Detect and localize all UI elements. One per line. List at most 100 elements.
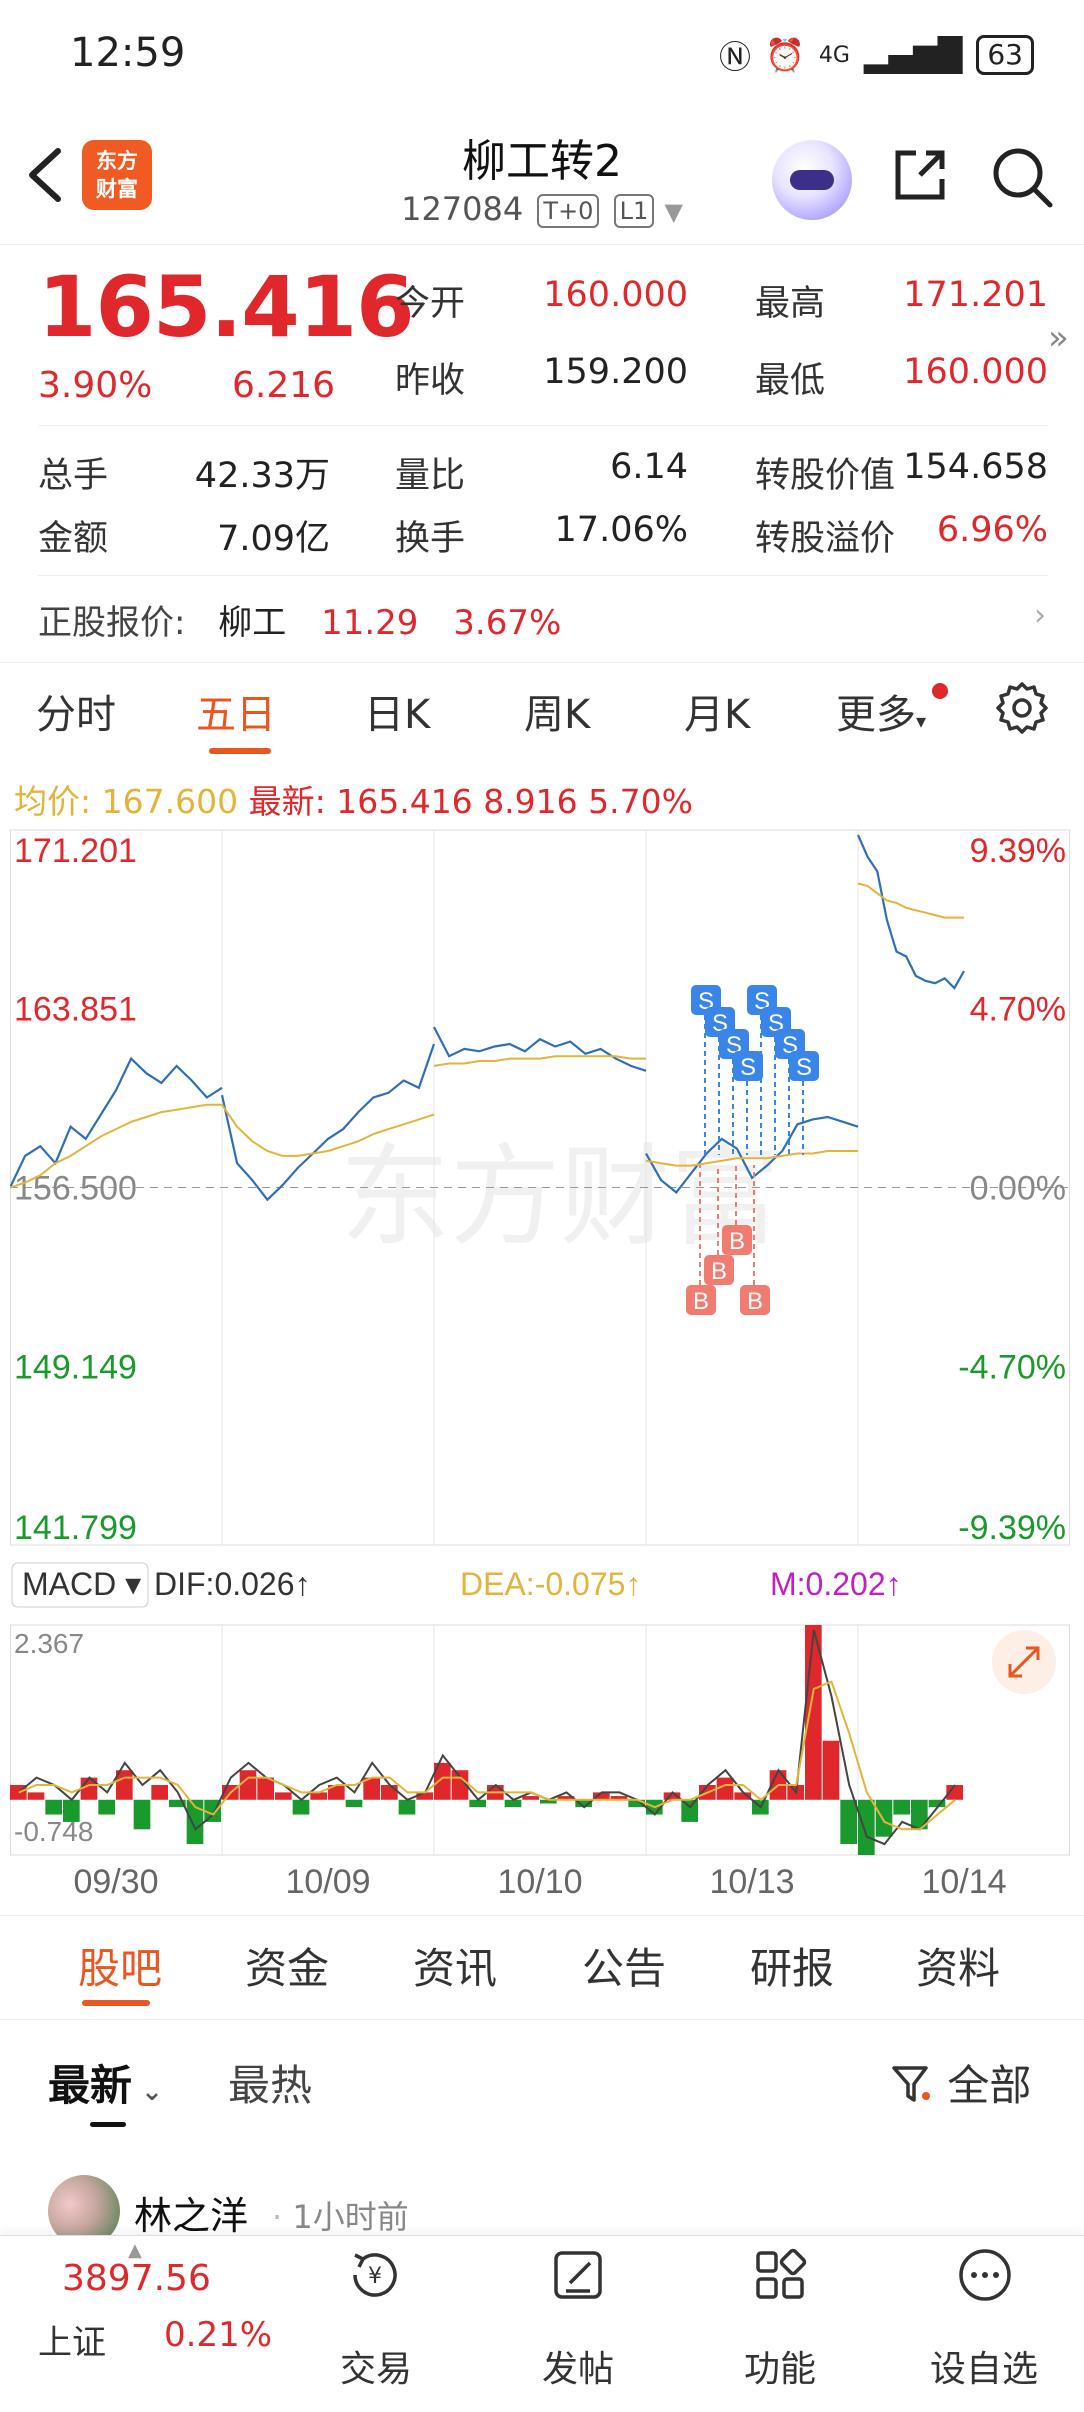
sort-hot[interactable]: 最热 [228,2052,312,2113]
y-axis-tick-right: -9.39% [958,1509,1066,1547]
trade-icon[interactable]: ¥ [345,2245,405,2305]
dock-trade[interactable]: 交易 [306,2340,446,2392]
network-label: 4G [818,42,850,68]
more-quote-icon[interactable]: » [1048,318,1069,358]
tab-news[interactable]: 资讯 [413,1935,497,1996]
tab-weekly-k[interactable]: 周K [524,682,590,740]
macd-bar [822,1740,840,1800]
avg-label: 均价: [14,782,92,821]
trade-mark-label: S [796,1054,812,1081]
gear-icon[interactable] [994,680,1050,736]
tab-daily-k[interactable]: 日K [364,682,430,740]
status-icons: Ⓝ ⏰ 4G ▂▄▆█ 63 [719,32,1034,78]
y-axis-tick-right: -4.70% [958,1348,1066,1386]
stat-value-open: 160.000 [543,275,688,315]
dock-functions[interactable]: 功能 [710,2340,850,2392]
more-circle-icon[interactable] [955,2245,1015,2305]
macd-bar [151,1785,168,1800]
stat-label-volume-ratio: 量比 [395,456,466,496]
search-icon[interactable] [990,145,1055,210]
filter-icon [892,2066,930,2102]
trade-mark-label: B [693,1288,709,1315]
index-name: 上证 [38,2323,106,2363]
assistant-robot-icon[interactable] [772,140,852,220]
macd-bar [875,1799,893,1837]
underlying-quote-row[interactable]: 正股报价: 柳工 11.29 3.67% [38,595,561,644]
sort-underline [90,2122,126,2127]
nfc-icon: Ⓝ [719,38,752,76]
alarm-icon: ⏰ [765,36,805,74]
macd-bar [398,1799,416,1815]
stat-value-volume-ratio: 6.14 [610,447,688,487]
trade-mark-label: B [711,1258,727,1285]
tab-more[interactable]: 更多▾ [836,682,926,740]
index-pct: 0.21% [164,2315,273,2355]
post-time-label: 1小时前 [292,2198,409,2236]
tab-more-label: 更多 [836,692,916,738]
y-axis-tick-left: 171.201 [14,832,137,870]
dropdown-icon[interactable]: ▼ [664,198,682,226]
stat-value-volume: 42.33万 [194,456,330,496]
underlying-name: 柳工 [218,603,287,643]
y-axis-tick-left: 163.851 [14,991,137,1029]
dock-post[interactable]: 发帖 [508,2340,648,2392]
quote-divider-2 [38,575,1048,576]
signal-icon: ▂▄▆█ [863,36,963,74]
filter-label: 全部 [947,2061,1032,2110]
share-icon[interactable] [890,145,950,205]
tag-t0: T+0 [537,194,600,228]
x-axis-tick: 10/14 [921,1863,1006,1901]
tab-funds[interactable]: 资金 [245,1935,329,1996]
caret-down-icon: ▾ [916,709,927,733]
stat-label-conversion-value: 转股价值 [755,456,896,496]
macd-bar [45,1799,62,1815]
tab-guba[interactable]: 股吧 [78,1935,162,1996]
tab-five-day[interactable]: 五日 [196,682,276,740]
underlying-price: 11.29 [321,603,419,643]
tab-intraday[interactable]: 分时 [36,682,116,740]
last-change: 8.916 [483,782,578,821]
post-author[interactable]: 林之洋 [134,2185,248,2240]
tab-monthly-k[interactable]: 月K [684,682,750,740]
stat-value-premium: 6.96% [936,510,1048,550]
dock-watchlist[interactable]: 设自选 [914,2340,1054,2392]
macd-bar [27,1792,45,1800]
change-amount: 6.216 [232,365,336,406]
x-axis-tick: 10/09 [285,1863,370,1901]
sort-latest-label: 最新 [48,2061,133,2110]
avg-value: 167.600 [101,782,239,821]
price-line-segment [10,1056,223,1188]
macd-bar [257,1777,274,1800]
y-axis-tick-right: 0.00% [970,1170,1066,1208]
stat-label-turnover: 换手 [395,519,466,559]
five-day-chart[interactable]: 东方财富 171.201 163.851 156.500 149.149 141.799… [10,825,1074,1915]
stat-value-low: 160.000 [903,352,1048,392]
tab-announcements[interactable]: 公告 [582,1935,666,1996]
index-value-text: 3897.56 [62,2258,211,2299]
post-time: · 1小时前 [272,2198,409,2236]
trade-mark-label: B [747,1288,763,1315]
stat-value-prev-close: 159.200 [543,352,688,392]
tab-profile[interactable]: 资料 [916,1935,1000,1996]
sort-latest[interactable]: 最新 ⌄ [48,2052,163,2113]
macd-panel-frame [10,1624,1070,1856]
macd-bar [522,1796,539,1800]
compose-icon[interactable] [548,2245,608,2305]
filter-button[interactable]: 全部 [890,2052,1031,2113]
macd-bar [893,1799,910,1815]
svg-text:¥: ¥ [368,2264,382,2289]
macd-bar [310,1792,327,1800]
tab-research[interactable]: 研报 [750,1935,834,1996]
x-axis-tick: 09/30 [73,1863,158,1901]
status-time: 12:59 [70,30,186,76]
y-axis-tick-left: 156.500 [14,1170,137,1208]
grid-apps-icon[interactable] [750,2245,810,2305]
last-label: 最新: [248,782,326,821]
stat-label-prev-close: 昨收 [395,361,466,401]
watermark: 东方财富 [340,1136,780,1259]
stat-value-conversion-value: 154.658 [903,447,1048,487]
macd-min-label: -0.748 [14,1816,93,1847]
chevron-right-icon[interactable]: › [1034,598,1046,633]
y-axis-tick-left: 141.799 [14,1509,137,1547]
stat-value-turnover: 17.06% [554,510,688,550]
